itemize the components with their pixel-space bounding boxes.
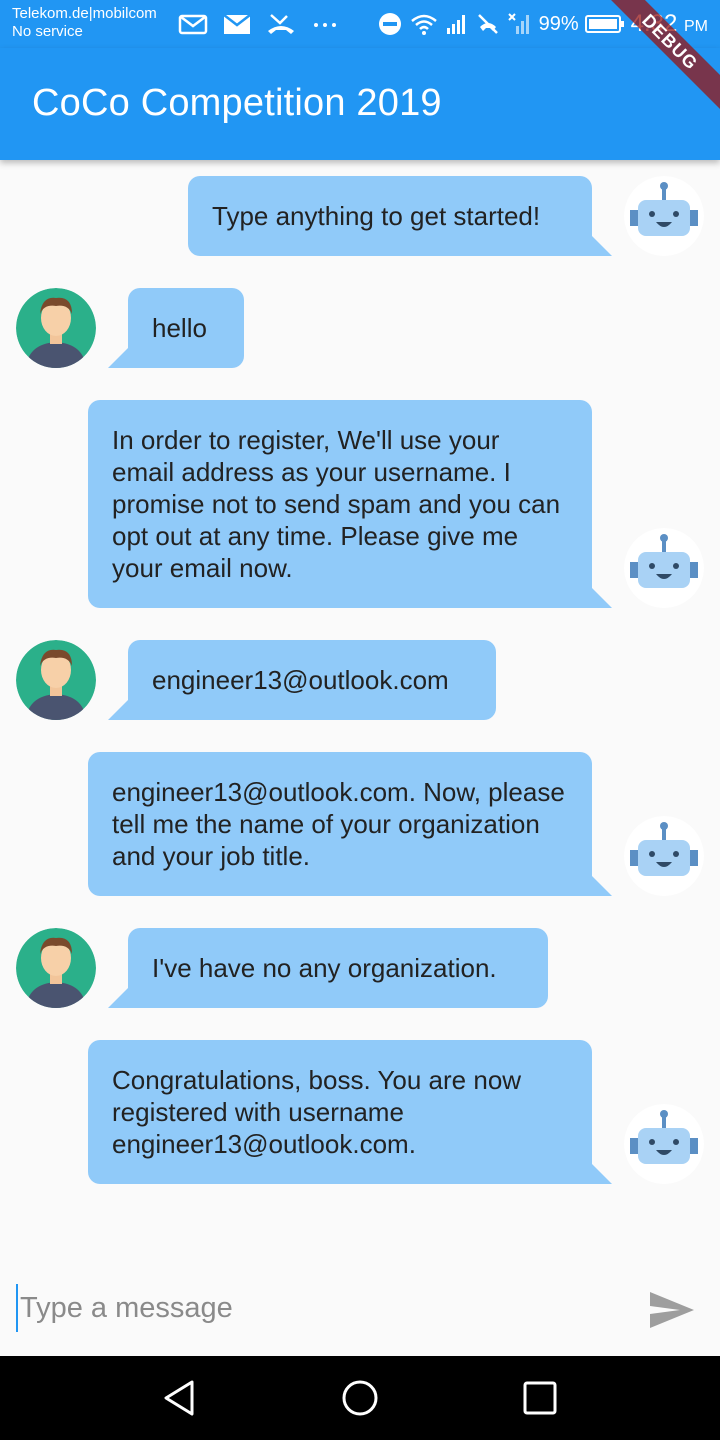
service-status: No service [12, 23, 83, 40]
message-bubble: engineer13@outlook.com [128, 640, 496, 720]
do-not-disturb-icon [378, 13, 401, 35]
signal-icon [446, 15, 465, 34]
notification-icons [178, 8, 340, 40]
user-avatar [16, 288, 96, 368]
system-icons: 99% 4:32 PM [377, 8, 708, 40]
message-bubble: engineer13@outlook.com. Now, please tell… [88, 752, 592, 896]
message-bubble: I've have no any organization. [128, 928, 548, 1008]
message-bubble: In order to register, We'll use your ema… [88, 400, 592, 608]
home-icon[interactable] [340, 1378, 380, 1418]
bot-avatar [624, 816, 704, 896]
user-avatar [16, 928, 96, 1008]
message-text: In order to register, We'll use your ema… [112, 425, 561, 583]
wifi-icon [410, 14, 437, 35]
bot-avatar [624, 528, 704, 608]
bubble-tail [592, 1164, 612, 1184]
message-text: Type anything to get started! [212, 201, 541, 231]
status-bar: Telekom.de|mobilcom No service 99% 4:32 … [0, 0, 720, 48]
bot-avatar [624, 1104, 704, 1184]
page-title: CoCo Competition 2019 [32, 82, 442, 124]
chat-list[interactable]: Type anything to get started! hello In o… [0, 160, 720, 1280]
user-avatar-icon [16, 928, 96, 1008]
message-text: engineer13@outlook.com [152, 665, 449, 695]
battery-percentage: 99% [538, 12, 579, 35]
clock: 4:32 PM [631, 10, 708, 38]
mail-icon [223, 14, 251, 34]
clock-time: 4:32 [630, 10, 678, 37]
bubble-tail [592, 876, 612, 896]
bubble-tail [592, 236, 612, 256]
robot-icon [624, 528, 704, 608]
send-icon[interactable] [648, 1290, 696, 1330]
more-dots-icon [314, 23, 336, 27]
app-bar: CoCo Competition 2019 [0, 48, 720, 160]
message-text: engineer13@outlook.com. Now, please tell… [112, 777, 565, 871]
message-text: I've have no any organization. [152, 953, 497, 983]
gmail-icon [178, 14, 208, 35]
user-avatar-icon [16, 640, 96, 720]
back-icon[interactable] [160, 1378, 200, 1418]
message-bubble: hello [128, 288, 244, 368]
message-text: hello [152, 313, 207, 343]
no-signal-icon [507, 13, 529, 34]
carrier-info: Telekom.de|mobilcom No service [12, 5, 157, 41]
system-nav-bar [0, 1356, 720, 1440]
robot-icon [624, 176, 704, 256]
clock-ampm: PM [684, 18, 708, 35]
bot-avatar [624, 176, 704, 256]
user-avatar-icon [16, 288, 96, 368]
robot-icon [624, 816, 704, 896]
recents-icon[interactable] [520, 1378, 560, 1418]
carrier-name: Telekom.de|mobilcom [12, 5, 157, 22]
message-bubble: Type anything to get started! [188, 176, 592, 256]
battery-icon [584, 15, 624, 33]
user-avatar [16, 640, 96, 720]
robot-icon [624, 1104, 704, 1184]
message-text: Congratulations, boss. You are now regis… [112, 1065, 522, 1159]
no-call-icon [477, 14, 498, 34]
bubble-tail [592, 588, 612, 608]
message-input[interactable] [16, 1284, 616, 1332]
message-composer [0, 1262, 720, 1356]
message-bubble: Congratulations, boss. You are now regis… [88, 1040, 592, 1184]
missed-call-icon [268, 14, 294, 34]
